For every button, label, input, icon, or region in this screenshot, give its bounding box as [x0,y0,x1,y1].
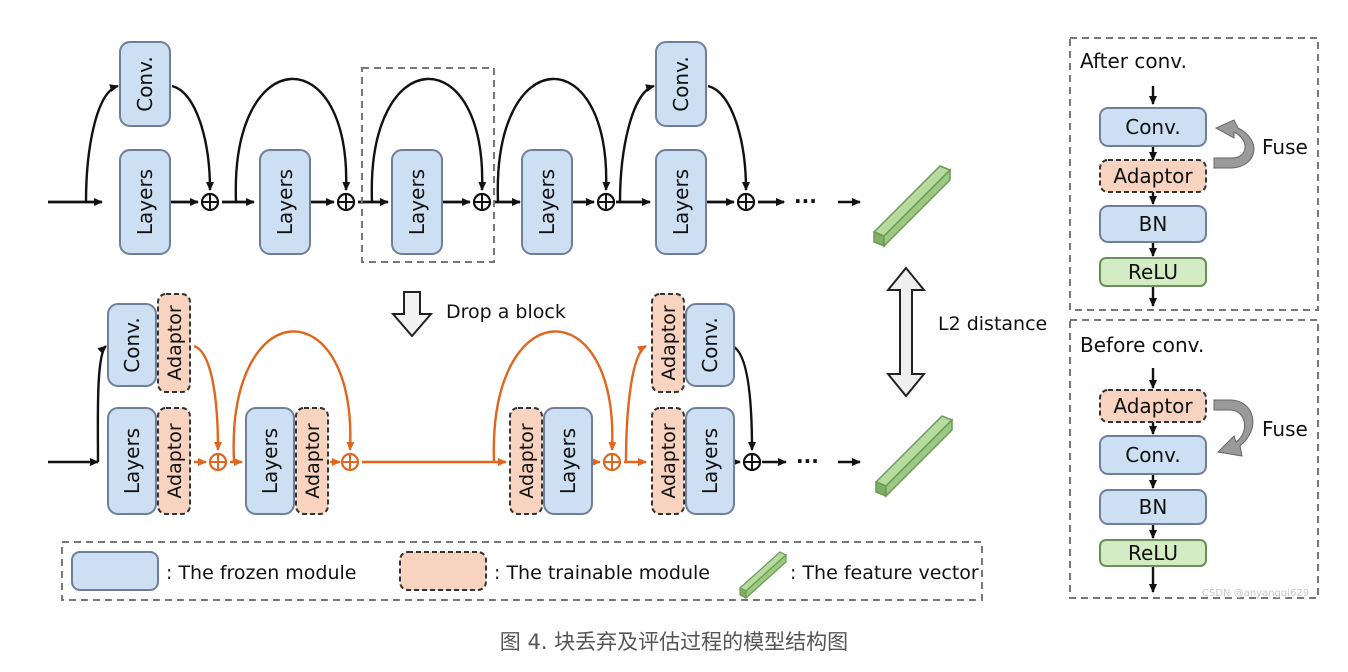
conv-label: Conv. [120,317,144,373]
figure-caption: 图 4. 块丢弃及评估过程的模型结构图 [500,630,848,654]
model-structure-diagram: ··· Conv. Layers Layers Layers Layers Co… [48,37,1319,654]
bottom-row: ··· Conv. Layers Layers Layers Conv. Lay… [48,293,861,515]
conv-label: Conv. [133,56,157,112]
layers-label: Layers [535,169,559,235]
top-ellipsis: ··· [794,189,817,213]
feature-vector-top [872,165,952,248]
layers-label: Layers [405,169,429,235]
layers-label: Layers [120,428,144,494]
layers-label: Layers [556,428,580,494]
relu-label: ReLU [1128,260,1178,284]
layers-label: Layers [698,428,722,494]
conv-label: Conv. [669,56,693,112]
conv-label: Conv. [1125,443,1181,467]
adaptor-label: Adaptor [1113,394,1193,418]
legend-frozen-label: : The frozen module [166,562,356,584]
adaptor-label: Adaptor [1113,164,1193,188]
bottom-ellipsis: ··· [796,449,819,473]
conv-label: Conv. [1125,115,1181,139]
layers-label: Layers [273,169,297,235]
l2-distance-label: L2 distance [938,313,1047,335]
after-conv-title: After conv. [1080,49,1187,73]
legend-feature-swatch [738,551,788,600]
layers-label: Layers [133,169,157,235]
legend: : The frozen module : The trainable modu… [61,541,983,601]
adaptor-label: Adaptor [658,423,680,499]
conv-label: Conv. [698,317,722,373]
legend-frozen-swatch [71,551,159,591]
top-row: ··· Conv. Layers Layers Layers Layers Co… [48,41,861,263]
adaptor-label: Adaptor [658,305,680,381]
before-conv-title: Before conv. [1080,333,1204,357]
relu-label: ReLU [1128,541,1178,565]
fuse-label: Fuse [1262,135,1308,159]
bn-label: BN [1139,212,1168,236]
adaptor-label: Adaptor [516,423,538,499]
legend-feature-label: : The feature vector [790,562,979,584]
adaptor-label: Adaptor [164,305,186,381]
fuse-arrow [1213,399,1254,457]
drop-block-label: Drop a block [446,301,566,323]
bn-label: BN [1139,495,1168,519]
layers-label: Layers [258,428,282,494]
fuse-arrow [1213,119,1255,169]
layers-label: Layers [669,169,693,235]
legend-trainable-label: : The trainable module [494,562,710,584]
drop-block-arrow: Drop a block [390,291,566,338]
after-conv-panel: After conv. Conv. Adaptor BN ReLU Fuse [1069,37,1319,311]
adaptor-label: Adaptor [302,423,324,499]
l2-distance-arrow: L2 distance [885,266,1047,398]
adaptor-label: Adaptor [164,423,186,499]
watermark: CSDN @anyangqi629 [1202,588,1309,599]
fuse-label: Fuse [1262,417,1308,441]
legend-trainable-swatch [399,551,487,591]
feature-vector-bottom [874,415,954,498]
before-conv-panel: Before conv. Adaptor Conv. BN ReLU Fuse … [1069,319,1319,599]
